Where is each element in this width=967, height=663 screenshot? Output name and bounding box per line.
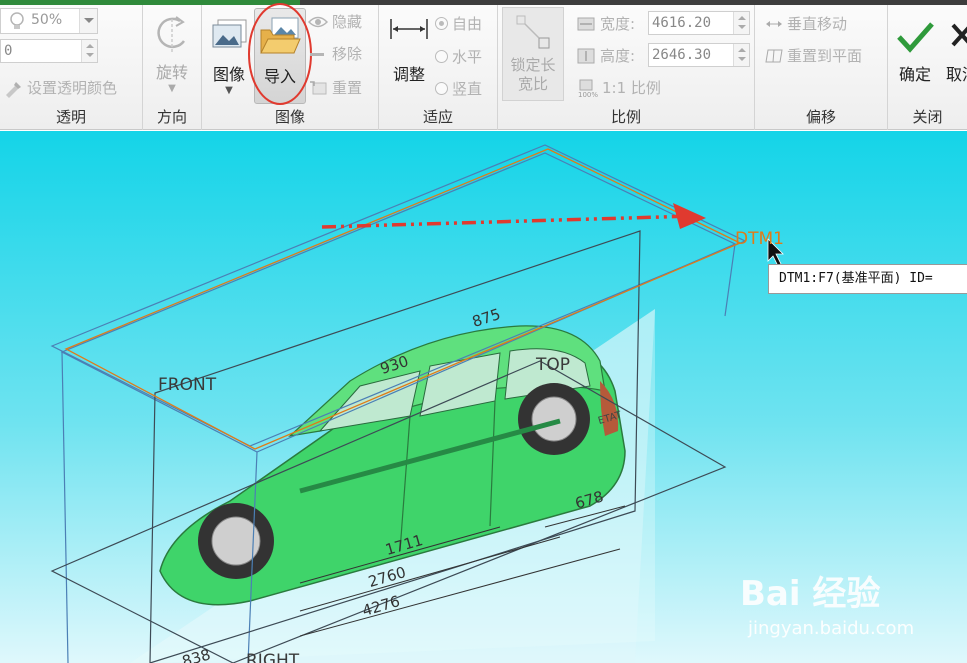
percent-icon: 100%	[578, 79, 598, 98]
lock-aspect-ratio-button[interactable]: 锁定长宽比	[502, 7, 564, 101]
vertical-move-button[interactable]: 垂直移动	[765, 13, 847, 34]
ok-button[interactable]: 确定	[892, 19, 938, 85]
minus-icon	[310, 52, 324, 56]
fit-width-icon	[390, 19, 428, 39]
baidu-watermark: Bai 经验 jingyan.baidu.com	[740, 566, 940, 656]
group-label-close: 关闭	[912, 108, 943, 126]
vertical-radio[interactable]: 竖直	[435, 78, 482, 99]
transparency-percent: 50%	[31, 12, 63, 28]
ratio-button[interactable]: 100% 1:1 比例	[576, 77, 661, 98]
reset-image-icon	[310, 80, 327, 94]
rotate-button[interactable]: 旋转 ▼	[143, 13, 201, 94]
group-fit: 调整 自由 水平 竖直 适应	[379, 5, 498, 130]
spinner-arrows-icon[interactable]	[81, 40, 97, 62]
rotate-icon	[157, 16, 186, 53]
cancel-button[interactable]: 取消	[942, 19, 967, 85]
datum-dtm1-label[interactable]: DTM1	[735, 229, 784, 249]
group-label-image: 图像	[274, 108, 305, 126]
group-transparency: 50% 0 设置透明颜色 透明	[0, 5, 143, 130]
free-label: 自由	[452, 15, 483, 33]
ratio-label: 1:1 比例	[602, 79, 661, 97]
height-field: 高度:	[576, 45, 635, 66]
annotation-arrowhead	[673, 203, 706, 229]
width-label: 宽度:	[600, 15, 636, 33]
free-radio[interactable]: 自由	[435, 13, 482, 34]
ok-label: 确定	[898, 65, 931, 84]
graphics-viewport[interactable]: 930 875 1711 2760 4276 678 838 ETAT FRON…	[0, 131, 967, 663]
svg-text:100%: 100%	[578, 91, 598, 98]
vertical-move-label: 垂直移动	[787, 15, 848, 33]
plane-grid-icon	[765, 49, 783, 62]
hide-label: 隐藏	[332, 13, 363, 31]
transparency-dropdown[interactable]: 50%	[0, 8, 98, 34]
vertical-label: 竖直	[452, 80, 483, 98]
group-label-offset: 偏移	[805, 108, 836, 126]
eyedropper-icon	[6, 81, 21, 98]
remove-label: 移除	[332, 45, 363, 63]
height-icon	[577, 48, 595, 63]
bulb-icon	[10, 12, 24, 29]
width-value: 4616.20	[652, 15, 712, 31]
reset-button[interactable]: 重置	[308, 77, 362, 98]
width-icon	[577, 17, 595, 30]
radio-icon	[435, 82, 448, 95]
transparency-value: 0	[4, 43, 13, 59]
group-label-fit: 适应	[422, 108, 453, 126]
adjust-label: 调整	[392, 65, 425, 84]
group-close: 确定 取消 关闭	[888, 5, 967, 130]
radio-icon	[435, 50, 448, 63]
watermark-site: jingyan.baidu.com	[748, 618, 915, 639]
rotate-label: 旋转	[155, 63, 188, 82]
spinner-arrows-icon[interactable]	[733, 44, 749, 66]
lock-ratio-label: 锁定长宽比	[510, 56, 556, 93]
height-label: 高度:	[600, 47, 636, 65]
datum-right-label[interactable]: RIGHT	[246, 651, 299, 663]
group-image: 图像 ▼ 导入 隐藏 移除 重置 图像	[202, 3, 379, 130]
eye-icon	[308, 16, 328, 27]
group-orientation: 旋转 ▼ 方向	[143, 5, 202, 130]
chevron-down-icon: ▼	[168, 83, 176, 94]
set-transparent-color-button[interactable]: 设置透明颜色	[3, 77, 117, 98]
reset-to-plane-button[interactable]: 重置到平面	[765, 45, 862, 66]
chevron-down-icon[interactable]	[79, 9, 97, 33]
height-input[interactable]: 2646.30	[648, 43, 750, 67]
close-icon	[951, 23, 967, 47]
datum-front-label[interactable]: FRONT	[158, 375, 216, 395]
hide-button[interactable]: 隐藏	[308, 11, 362, 32]
group-label-orientation: 方向	[156, 108, 187, 126]
remove-button[interactable]: 移除	[308, 43, 362, 64]
cancel-label: 取消	[945, 65, 967, 84]
width-input[interactable]: 4616.20	[648, 11, 750, 35]
reset-to-plane-label: 重置到平面	[787, 47, 863, 65]
set-transparent-color-label: 设置透明颜色	[27, 79, 118, 97]
tooltip: DTM1:F7(基准平面) ID=	[768, 264, 967, 294]
reset-label: 重置	[332, 79, 363, 97]
move-arrows-icon	[766, 20, 782, 27]
lock-ratio-icon	[516, 15, 550, 49]
radio-icon	[435, 17, 448, 30]
group-label-scale: 比例	[610, 108, 641, 126]
height-value: 2646.30	[652, 47, 712, 63]
checkmark-icon	[897, 22, 934, 53]
group-scale: 锁定长宽比 宽度: 4616.20 高度: 2646.30 100% 1:1 比…	[498, 5, 755, 130]
group-label-transparency: 透明	[55, 108, 86, 126]
highlight-circle-annotation	[248, 3, 312, 105]
horizontal-radio[interactable]: 水平	[435, 46, 482, 67]
watermark-brand: Bai 经验	[740, 574, 881, 614]
horizontal-label: 水平	[452, 48, 483, 66]
adjust-button[interactable]: 调整	[383, 15, 435, 85]
spinner-arrows-icon[interactable]	[733, 12, 749, 34]
width-field: 宽度:	[576, 13, 635, 34]
group-offset: 垂直移动 重置到平面 偏移	[755, 5, 888, 130]
transparency-value-input[interactable]: 0	[0, 39, 98, 63]
datum-top-label[interactable]: TOP	[536, 355, 570, 375]
ribbon: 50% 0 设置透明颜色 透明 旋转 ▼ 方向 图像 ▼ 导入 隐藏 移除 重置…	[0, 3, 967, 130]
image-stack-icon	[212, 19, 247, 48]
